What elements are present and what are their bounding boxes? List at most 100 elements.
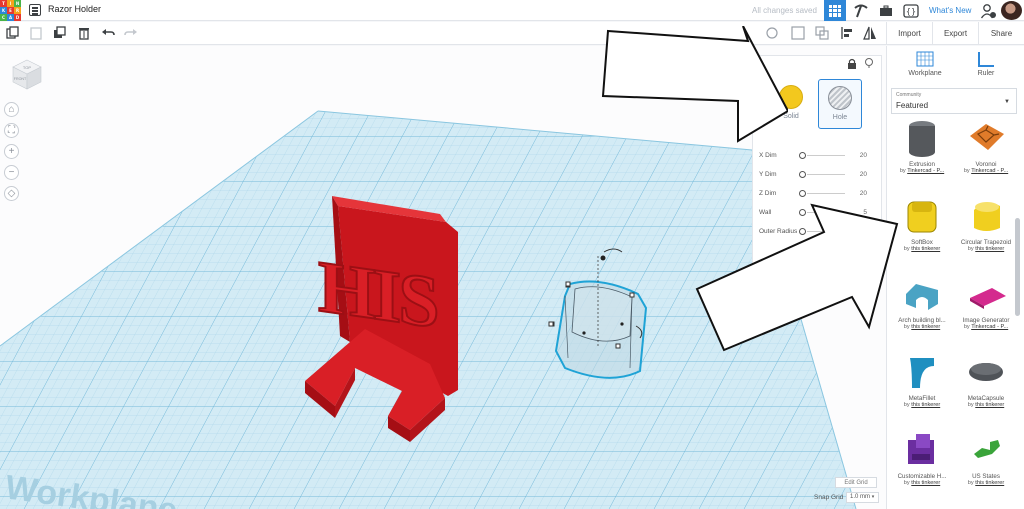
shapes-library: Workplane Ruler Community Featured ▼ Ext… [886,46,1024,509]
dim-slider-track[interactable] [807,155,845,156]
shape-card-author[interactable]: by Tinkercad - P... [891,168,953,174]
shape-card-author-link[interactable]: this tinkerer [975,402,1004,408]
bulb-icon[interactable] [864,57,874,69]
ruler-tool[interactable]: Ruler [961,50,1011,77]
view-cube[interactable]: TOP FRONT [11,58,43,90]
shape-card-author[interactable]: by this tinkerer [955,480,1017,486]
shape-card[interactable]: MetaCapsule by this tinkerer [955,352,1017,428]
perspective-button[interactable]: ◇ [4,186,19,201]
dim-value[interactable]: 20 [860,190,867,197]
shape-card[interactable]: SoftBox by this tinkerer [891,196,953,272]
copy-icon[interactable] [6,26,20,40]
viewcube-front-label: FRONT [14,77,27,81]
group-icon[interactable] [791,26,805,40]
shape-card-author-link[interactable]: Tinkercad - P... [971,324,1008,330]
trash-icon[interactable] [77,26,91,40]
shape-card-author[interactable]: by this tinkerer [891,402,953,408]
lessons-button[interactable] [876,0,896,21]
codeblocks-button[interactable]: {} [901,0,921,21]
dim-row-z-dim[interactable]: Z Dim 20 [759,188,877,200]
dim-slider-knob[interactable] [799,190,806,197]
paste-icon[interactable] [29,26,43,40]
avatar[interactable] [1001,1,1022,20]
shape-card-author[interactable]: by this tinkerer [955,246,1017,252]
shape-card-author[interactable]: by Tinkercad - P... [955,324,1017,330]
shape-card[interactable]: Customizable H... by this tinkerer [891,430,953,506]
shape-card-author-link[interactable]: Tinkercad - P... [971,168,1008,174]
shape-card-author-link[interactable]: Tinkercad - P... [907,168,944,174]
dim-slider-knob[interactable] [799,171,806,178]
logo-letter: A [7,14,14,21]
fit-view-button[interactable]: ⛶ [4,123,19,138]
shape-card-by: by [967,480,974,486]
design-menu-icon[interactable] [29,4,41,16]
workplane-tool-label: Workplane [908,70,942,77]
shape-card-by: by [899,168,906,174]
library-scrollbar[interactable] [1015,218,1020,316]
redo-icon[interactable] [124,26,138,40]
shape-card-author[interactable]: by this tinkerer [891,246,953,252]
ungroup-icon[interactable] [815,26,829,40]
shape-card-author-link[interactable]: this tinkerer [911,480,940,486]
shape-card-author-link[interactable]: this tinkerer [911,402,940,408]
tinkercad-logo[interactable]: TINKERCAD [0,0,22,21]
fit-icon: ⛶ [8,125,15,136]
lock-icon[interactable] [847,58,857,69]
dim-value[interactable]: 20 [860,152,867,159]
shape-card[interactable]: Extrusion by Tinkercad - P... [891,118,953,194]
chevron-down-icon: ▼ [1004,99,1010,105]
workplane-tool[interactable]: Workplane [900,50,950,77]
blocks-button[interactable] [850,0,872,21]
export-button[interactable]: Export [932,22,978,44]
dim-value[interactable]: 20 [860,171,867,178]
undo-icon[interactable] [101,26,115,40]
align-icon[interactable] [840,26,854,40]
shape-card[interactable]: MetaFillet by this tinkerer [891,352,953,428]
shape-card-by: by [963,324,970,330]
shape-card-author[interactable]: by Tinkercad - P... [955,168,1017,174]
home-view-button[interactable]: ⌂ [4,102,19,117]
mirror-icon[interactable] [863,26,877,40]
ruler-tool-label: Ruler [977,70,995,77]
shape-card[interactable]: Arch building bl... by this tinkerer [891,274,953,350]
dim-slider-knob[interactable] [799,152,806,159]
shape-card-author[interactable]: by this tinkerer [891,324,953,330]
logo-letter: E [7,7,14,14]
design-title[interactable]: Razor Holder [48,4,101,14]
dim-slider-track[interactable] [807,174,845,175]
pickaxe-icon [854,4,868,17]
edit-grid-button[interactable]: Edit Grid [835,477,877,488]
zoom-in-button[interactable]: + [4,144,19,159]
annotation-arrow-top [601,26,788,143]
shape-card-name: Voronoi [975,161,997,168]
shape-card-author[interactable]: by this tinkerer [891,480,953,486]
shape-card[interactable]: Image Generator by Tinkercad - P... [955,274,1017,350]
shape-card[interactable]: Voronoi by Tinkercad - P... [955,118,1017,194]
hole-option[interactable]: Hole [818,79,862,129]
viewcube-top-label: TOP [23,65,31,70]
shape-category-dropdown[interactable]: Community Featured ▼ [891,88,1017,114]
whats-new-link[interactable]: What's New [929,6,971,15]
dim-row-y-dim[interactable]: Y Dim 20 [759,169,877,181]
user-menu-button[interactable] [978,0,998,21]
zoom-out-button[interactable]: − [4,165,19,180]
import-button[interactable]: Import [886,22,932,44]
shape-card[interactable]: Circular Trapezoid by this tinkerer [955,196,1017,272]
3d-view-button[interactable] [824,0,846,21]
cylinder-thumbnail-icon [909,121,935,157]
dim-slider-track[interactable] [807,193,845,194]
voronoi-thumbnail-icon [970,124,1004,150]
shape-card[interactable]: US States by this tinkerer [955,430,1017,506]
snap-grid-select[interactable]: 1.0 mm ▾ [846,492,879,503]
shape-card-author-link[interactable]: this tinkerer [911,246,940,252]
dim-label: Z Dim [759,190,777,197]
share-button[interactable]: Share [978,22,1024,44]
shape-card-author-link[interactable]: this tinkerer [911,324,940,330]
shape-card-name: Circular Trapezoid [960,239,1012,246]
shape-card-author-link[interactable]: this tinkerer [975,246,1004,252]
dim-row-x-dim[interactable]: X Dim 20 [759,150,877,162]
shape-card-author-link[interactable]: this tinkerer [975,480,1004,486]
shape-card-author[interactable]: by this tinkerer [955,402,1017,408]
hole-label: Hole [832,114,848,121]
duplicate-icon[interactable] [53,26,67,40]
